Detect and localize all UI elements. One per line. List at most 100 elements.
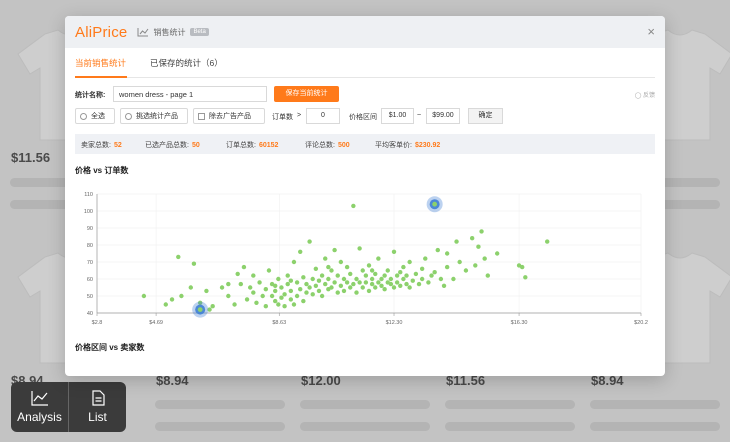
data-point	[169, 297, 175, 302]
filter-row: 全选 挑选统计产品 除去广告产品 订单数 > 0 价格区间 $1.00 ~ $9…	[75, 108, 655, 124]
data-point	[244, 297, 250, 302]
x-tick-label: $12.30	[386, 320, 403, 326]
stat-selected-products: 已选产品总数: 50	[145, 142, 200, 149]
orders-min-input[interactable]: 0	[306, 108, 340, 124]
orders-operator: >	[297, 112, 302, 119]
data-point	[319, 273, 325, 278]
data-point	[260, 293, 265, 299]
data-point	[285, 281, 290, 287]
statistics-name-input[interactable]	[113, 86, 267, 102]
data-point	[401, 276, 406, 282]
list-button[interactable]: List	[68, 382, 126, 432]
y-tick-label: 40	[87, 311, 93, 317]
save-statistics-button[interactable]: 保存当前统计	[274, 86, 339, 102]
data-point	[376, 280, 381, 285]
data-point	[188, 285, 193, 290]
line-chart-icon	[30, 391, 48, 406]
document-icon	[91, 390, 105, 406]
statistics-name-row: 统计名称: 保存当前统计 ◯ 反馈	[75, 86, 655, 102]
stats-bar: 卖家总数: 52 已选产品总数: 50 订单总数: 60152 评论总数: 500 平均…	[75, 134, 655, 154]
data-point	[545, 239, 550, 244]
data-point	[435, 247, 440, 253]
data-point	[319, 293, 325, 299]
aliprice-logo: AliPrice	[75, 23, 128, 41]
price-min-input[interactable]: $1.00	[381, 108, 414, 124]
data-point	[288, 288, 294, 294]
price-max-input[interactable]: $99.00	[426, 108, 460, 124]
data-point	[344, 264, 350, 270]
data-point	[263, 304, 269, 309]
data-point	[304, 290, 309, 295]
data-point	[360, 268, 365, 273]
data-point	[357, 246, 362, 251]
data-point	[485, 273, 491, 278]
data-point	[279, 285, 284, 290]
data-point	[232, 302, 237, 307]
data-point	[304, 281, 309, 287]
data-point	[288, 297, 294, 302]
data-point	[191, 261, 197, 266]
data-point	[273, 283, 278, 288]
data-point	[301, 275, 306, 280]
data-point	[351, 281, 356, 287]
select-all-radio[interactable]: 全选	[75, 108, 115, 124]
stat-average-price: 平均客单价: $230.92	[375, 142, 441, 149]
data-point	[291, 259, 297, 265]
price-range-label: 价格区间	[349, 114, 377, 121]
data-point	[369, 268, 375, 273]
data-point	[332, 280, 337, 285]
data-point	[291, 302, 297, 307]
data-point	[423, 256, 428, 261]
dialog-title: 销售统计	[153, 27, 186, 37]
data-point	[391, 249, 397, 254]
data-point	[407, 259, 412, 265]
checkbox-icon	[198, 112, 205, 120]
data-point	[373, 271, 378, 277]
data-point	[338, 283, 344, 288]
data-point	[476, 244, 481, 249]
data-point	[344, 280, 350, 285]
data-point	[285, 273, 290, 278]
x-tick-label: $16.30	[511, 320, 528, 326]
data-point	[273, 298, 278, 304]
data-point	[301, 298, 306, 304]
data-point	[247, 285, 253, 290]
data-point	[219, 285, 225, 290]
data-point	[454, 239, 459, 244]
data-point	[429, 273, 434, 278]
statistics-name-label: 统计名称:	[75, 92, 106, 99]
highlighted-point-core	[197, 307, 203, 312]
data-point	[416, 281, 422, 287]
data-point	[354, 290, 359, 295]
data-point	[210, 304, 215, 309]
data-point	[163, 302, 168, 307]
analysis-button[interactable]: Analysis	[11, 382, 68, 432]
feedback-link[interactable]: ◯ 反馈	[635, 90, 655, 99]
data-point	[444, 251, 450, 256]
sales-statistics-dialog: AliPrice 销售统计 Beta × 当前销售统计 已保存的统计（6） 统计…	[65, 16, 665, 376]
data-point	[357, 280, 362, 285]
data-point	[332, 247, 337, 253]
stat-sellers: 卖家总数: 52	[81, 142, 122, 149]
chart-title: 价格 vs 订单数	[75, 166, 129, 175]
exclude-ads-checkbox[interactable]: 除去广告产品	[193, 108, 265, 124]
data-point	[294, 280, 300, 285]
data-point	[179, 293, 184, 299]
tab-saved-statistics[interactable]: 已保存的统计（6）	[150, 57, 223, 69]
data-point	[282, 292, 287, 297]
confirm-button[interactable]: 确定	[468, 108, 503, 124]
data-point	[519, 264, 525, 270]
data-point	[276, 302, 281, 307]
data-point	[335, 273, 340, 278]
data-point	[226, 281, 231, 287]
data-point	[426, 280, 431, 285]
exclude-ads-label: 除去广告产品	[209, 113, 251, 120]
data-point	[441, 283, 447, 288]
second-chart-title: 价格区间 vs 卖家数	[75, 343, 145, 352]
data-point	[326, 264, 331, 270]
close-icon[interactable]: ×	[647, 25, 655, 38]
data-point	[251, 290, 256, 295]
selected-products-radio[interactable]: 挑选统计产品	[120, 108, 188, 124]
data-point	[398, 283, 403, 288]
tab-current-statistics[interactable]: 当前销售统计	[75, 57, 126, 69]
